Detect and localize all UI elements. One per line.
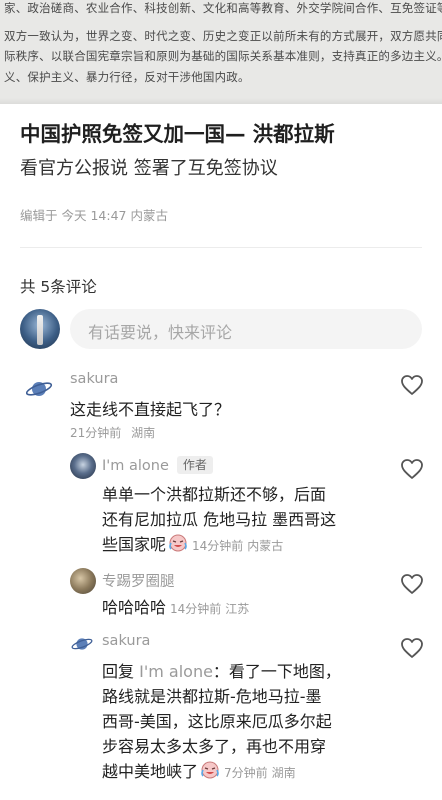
comment-time: 14分钟前 bbox=[192, 539, 244, 553]
avatar[interactable] bbox=[24, 374, 54, 404]
comment-input[interactable]: 有话要说，快来评论 bbox=[70, 309, 422, 349]
like-button[interactable] bbox=[400, 573, 424, 595]
comment-text-line: 步容易太多太多了，再也不用穿 bbox=[102, 737, 327, 756]
heart-outline-icon bbox=[401, 574, 423, 594]
comment-username[interactable]: sakura bbox=[70, 371, 118, 387]
comment-text: 单单一个洪都拉斯还不够，后面 还有尼加拉瓜 危地马拉 墨西哥这 些国家呢 14分钟… bbox=[102, 482, 402, 559]
comment-location: 江苏 bbox=[225, 602, 250, 616]
comment-username[interactable]: sakura bbox=[102, 633, 150, 649]
planet-icon bbox=[71, 638, 93, 650]
planet-icon bbox=[25, 382, 53, 396]
heart-outline-icon bbox=[401, 375, 423, 395]
comment-text: 这走线不直接起飞了？ bbox=[70, 400, 231, 419]
comment-time: 21分钟前 bbox=[70, 426, 122, 440]
comment-text-content: 哈哈哈哈 bbox=[102, 598, 167, 617]
comment-time: 14分钟前 bbox=[170, 602, 222, 616]
comment-location: 湖南 bbox=[131, 426, 156, 440]
comment-text-line-end: 些国家呢 bbox=[102, 535, 167, 554]
comment-text-line: 路线就是洪都拉斯-危地马拉-墨 bbox=[102, 687, 322, 706]
avatar[interactable] bbox=[70, 453, 96, 479]
comment-text-line: 回复 I'm alone：看了一下地图， bbox=[102, 659, 412, 684]
doc-line: 义、保护主义、暴力行径，反对干涉他国内政。 bbox=[4, 70, 250, 84]
my-avatar[interactable] bbox=[20, 309, 60, 349]
comment-text: 哈哈哈哈 14分钟前 江苏 bbox=[102, 595, 249, 622]
comment-username[interactable]: I'm alone 作者 bbox=[102, 456, 213, 474]
comment-count: 共 5条评论 bbox=[20, 278, 97, 296]
doc-line: 际秩序、以联合国宪章宗旨和原则为基础的国际关系基本准则，支持真正的多边主义。双方… bbox=[4, 49, 442, 63]
avatar[interactable] bbox=[70, 568, 96, 594]
comment-text-line: 西哥-美国，这比原来厄瓜多尔起 bbox=[102, 712, 332, 731]
comment-text: 回复 I'm alone：看了一下地图， 路线就是洪都拉斯-危地马拉-墨 西哥-… bbox=[102, 659, 412, 786]
reply-prefix: 回复 bbox=[102, 662, 135, 681]
username-text: I'm alone bbox=[102, 458, 169, 474]
divider bbox=[20, 247, 422, 248]
like-button[interactable] bbox=[400, 637, 424, 659]
avatar[interactable] bbox=[70, 632, 94, 656]
comment-text-line: 些国家呢 14分钟前 内蒙古 bbox=[102, 532, 402, 559]
comment-location: 内蒙古 bbox=[247, 539, 284, 553]
like-button[interactable] bbox=[400, 374, 424, 396]
comment-text-line: 越中美地峡了 7分钟前 湖南 bbox=[102, 759, 412, 786]
heart-outline-icon bbox=[401, 638, 423, 658]
comment-text-line: 还有尼加拉瓜 危地马拉 墨西哥这 bbox=[102, 510, 337, 529]
embedded-document-image[interactable]: 家、政治磋商、农业合作、科技创新、文化和高等教育、外交学院间合作、互免签证等领域… bbox=[0, 0, 442, 104]
comment-location: 湖南 bbox=[271, 766, 296, 780]
laughing-crying-emoji-icon bbox=[201, 761, 219, 779]
reply-to-user[interactable]: I'm alone bbox=[139, 662, 213, 681]
comment-username[interactable]: 专踢罗圈腿 bbox=[102, 570, 175, 591]
comment-meta: 21分钟前 湖南 bbox=[70, 424, 155, 441]
heart-outline-icon bbox=[401, 459, 423, 479]
comment-text-line-end: 越中美地峡了 bbox=[102, 762, 199, 781]
doc-line: 双方一致认为，世界之变、时代之变、历史之变正以前所未有的方式展开，双方愿共同维护… bbox=[4, 29, 442, 43]
post-body: 看官方公报说 签署了互免签协议 bbox=[20, 158, 278, 179]
comment-text-line: ：看了一下地图， bbox=[212, 662, 341, 681]
like-button[interactable] bbox=[400, 458, 424, 480]
post-title: 中国护照免签又加一国— 洪都拉斯 bbox=[20, 122, 335, 146]
comment-text-line: 单单一个洪都拉斯还不够，后面 bbox=[102, 485, 327, 504]
image-edge bbox=[0, 98, 442, 104]
post-meta: 编辑于 今天 14:47 内蒙古 bbox=[20, 208, 168, 223]
comment-time: 7分钟前 bbox=[224, 766, 268, 780]
author-badge: 作者 bbox=[176, 456, 213, 474]
comment-input-placeholder: 有话要说，快来评论 bbox=[88, 323, 233, 342]
laughing-crying-emoji-icon bbox=[169, 534, 187, 552]
doc-line: 家、政治磋商、农业合作、科技创新、文化和高等教育、外交学院间合作、互免签证等领域… bbox=[4, 1, 442, 15]
